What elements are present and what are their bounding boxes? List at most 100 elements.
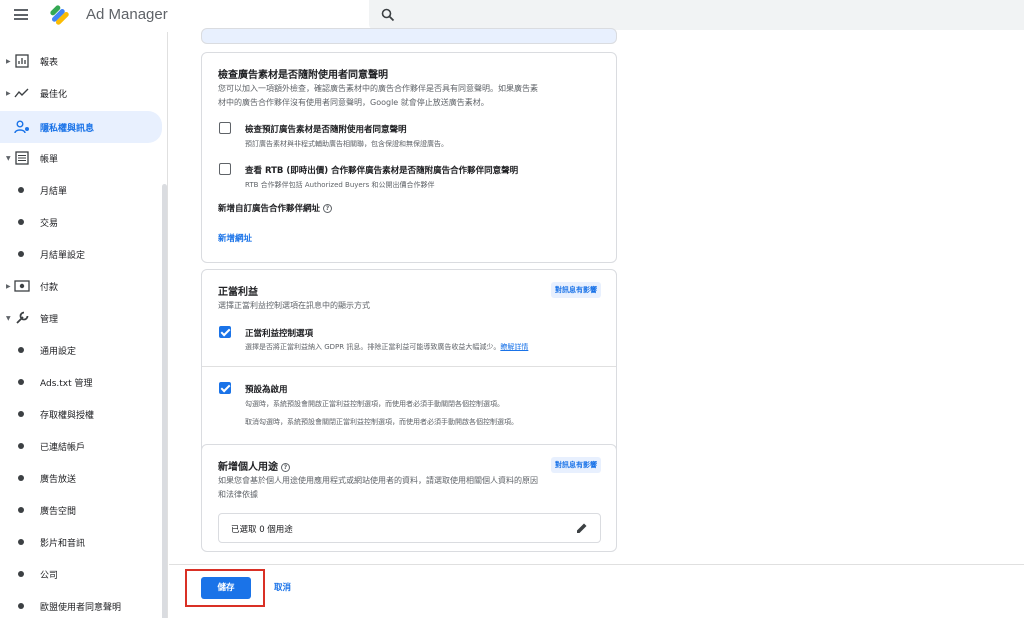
main-content: 檢查廣告素材是否隨附使用者同意聲明 您可以加入一項額外檢查，確認廣告素材中的廣告… [169,28,1024,618]
sidebar-item-reports[interactable]: ▶ 報表 [0,47,162,75]
option-title: 檢查預訂廣告素材是否隨附使用者同意聲明 [245,125,407,135]
learn-more-link[interactable]: 瞭解詳情 [500,343,528,351]
caret-right-icon: ▶ [6,282,11,290]
help-icon[interactable]: ? [281,463,290,472]
description-line: 如果您會基於個人用途使用應用程式或網站使用者的資料，請選取使用相關個人資料的原因 [218,476,538,485]
option-description-text: 選擇是否將正當利益納入 GDPR 訊息。排除正當利益可能導致廣告收益大幅減少。 [245,343,501,351]
sidebar-item-statement-settings[interactable]: 月結單設定 [0,240,162,268]
caret-right-icon: ▶ [6,89,11,97]
card-title: 檢查廣告素材是否隨附使用者同意聲明 [218,70,388,81]
sidebar-item-label: 公司 [40,570,59,581]
sidebar-item-delivery[interactable]: 廣告放送 [0,464,162,492]
sidebar-item-ads-txt[interactable]: Ads.txt 管理 [0,368,162,396]
app-title: Ad Manager [86,6,168,23]
sidebar-item-label: 交易 [40,218,59,229]
bullet-icon [18,571,24,577]
caret-down-icon: ▼ [6,154,11,162]
legitimate-interest-checkbox[interactable] [219,326,231,338]
search-icon[interactable] [381,8,395,22]
option-title: 正當利益控制選項 [245,329,314,339]
sidebar-item-privacy[interactable]: 隱私權與訊息 [0,111,162,143]
sidebar-item-eu-consent[interactable]: 歐盟使用者同意聲明 [0,592,162,618]
bullet-icon [18,219,24,225]
cancel-button[interactable]: 取消 [274,581,291,593]
sidebar-item-label: 月結單 [40,186,68,197]
description-line: 材中的廣告合作夥伴沒有使用者同意聲明，Google 就會停止放送廣告素材。 [218,98,489,107]
message-impact-badge: 對訊息有影響 [551,282,601,298]
divider [202,366,616,367]
sidebar-item-access[interactable]: 存取權與授權 [0,400,162,428]
custom-partner-label: 新增自訂廣告合作夥伴網址? [218,202,333,214]
description-line: 您可以加入一項額外檢查，確認廣告素材中的廣告合作夥伴是否具有同意聲明。如果廣告素 [218,84,538,93]
sidebar-item-general-settings[interactable]: 通用設定 [0,336,162,364]
sidebar-item-label: 影片和音訊 [40,538,86,549]
option-description: 取消勾選時，系統預設會關閉正當利益控制選項，而使用者必須手動開啟各個控制選項。 [245,418,518,426]
bullet-icon [18,539,24,545]
search-bar[interactable] [369,0,1024,30]
consent-check-card: 檢查廣告素材是否隨附使用者同意聲明 您可以加入一項額外檢查，確認廣告素材中的廣告… [201,52,617,263]
option-description: 選擇是否將正當利益納入 GDPR 訊息。排除正當利益可能導致廣告收益大幅減少。瞭… [245,342,528,352]
caret-right-icon: ▶ [6,57,11,65]
description-line: 和法律依據 [218,490,258,499]
sidebar-item-label: 已連結帳戶 [40,442,86,453]
booked-consent-checkbox[interactable] [219,122,231,134]
sidebar-item-label: 歐盟使用者同意聲明 [40,602,122,613]
card-title: 正當利益 [218,287,258,298]
sidebar-item-transactions[interactable]: 交易 [0,208,162,236]
sidebar-item-admin[interactable]: ▼ 管理 [0,304,162,332]
custom-partner-label-text: 新增自訂廣告合作夥伴網址 [218,204,321,214]
bullet-icon [18,187,24,193]
option-description: RTB 合作夥伴包括 Authorized Buyers 和公開出價合作夥伴 [245,181,435,189]
sidebar-item-linked-accounts[interactable]: 已連結帳戶 [0,432,162,460]
bullet-icon [18,603,24,609]
sidebar-item-label: 通用設定 [40,346,77,357]
sidebar-item-inventory[interactable]: 廣告空間 [0,496,162,524]
privacy-user-icon [14,120,29,134]
sidebar-item-label: 廣告放送 [40,474,77,485]
sidebar-item-label: 存取權與授權 [40,410,95,421]
card-description: 選擇正當利益控制選項在訊息中的顯示方式 [218,301,370,310]
sidebar-item-video-audio[interactable]: 影片和音訊 [0,528,162,556]
message-impact-badge: 對訊息有影響 [551,457,601,473]
sidebar-item-billing[interactable]: ▼ 帳單 [0,144,162,172]
sidebar-item-optimization[interactable]: ▶ 最佳化 [0,79,162,107]
sidebar: ▶ 報表 ▶ 最佳化 隱私權與訊息 ▼ 帳單 月結單 交易 月結單設定 ▶ 付款… [0,32,168,618]
add-url-link[interactable]: 新增網址 [218,232,252,244]
card-description: 如果您會基於個人用途使用應用程式或網站使用者的資料，請選取使用相關個人資料的原因… [218,474,608,502]
billing-list-icon [15,151,29,165]
purpose-selector[interactable]: 已選取 0 個用途 [218,513,601,543]
option-title: 預設為啟用 [245,385,288,395]
sidebar-item-label: Ads.txt 管理 [40,378,93,389]
ad-manager-logo [50,5,69,25]
save-button[interactable]: 儲存 [201,577,251,599]
option-description: 預訂廣告素材與非程式輔助廣告相關聯，包含保證和無保證廣告。 [245,140,448,148]
option-title: 查看 RTB (即時出價) 合作夥伴廣告素材是否隨附廣告合作夥伴同意聲明 [245,166,519,176]
bullet-icon [18,411,24,417]
menu-icon[interactable] [14,9,28,20]
sidebar-item-label: 管理 [40,314,59,325]
pencil-icon[interactable] [576,522,588,534]
sidebar-item-label: 隱私權與訊息 [40,123,95,134]
sidebar-item-label: 付款 [40,282,59,293]
card-title-text: 新增個人用途 [218,462,278,473]
bullet-icon [18,443,24,449]
trend-icon [14,88,29,98]
sidebar-item-statements[interactable]: 月結單 [0,176,162,204]
sidebar-item-payments[interactable]: ▶ 付款 [0,272,162,300]
sidebar-item-companies[interactable]: 公司 [0,560,162,588]
bullet-icon [18,251,24,257]
help-icon[interactable]: ? [323,204,333,213]
bar-chart-icon [15,54,29,68]
personal-purpose-card: 新增個人用途? 對訊息有影響 如果您會基於個人用途使用應用程式或網站使用者的資料… [201,444,617,552]
bullet-icon [18,507,24,513]
caret-down-icon: ▼ [6,314,11,322]
payment-icon [14,280,30,292]
rtb-consent-checkbox[interactable] [219,163,231,175]
sidebar-item-label: 帳單 [40,154,59,165]
option-description: 勾選時，系統預設會開啟正當利益控制選項，而使用者必須手動關閉各個控制選項。 [245,400,504,408]
sidebar-item-label: 月結單設定 [40,250,86,261]
default-enabled-checkbox[interactable] [219,382,231,394]
sidebar-scrollbar[interactable] [162,184,167,618]
card-title: 新增個人用途? [218,458,290,473]
sidebar-item-label: 最佳化 [40,89,68,100]
